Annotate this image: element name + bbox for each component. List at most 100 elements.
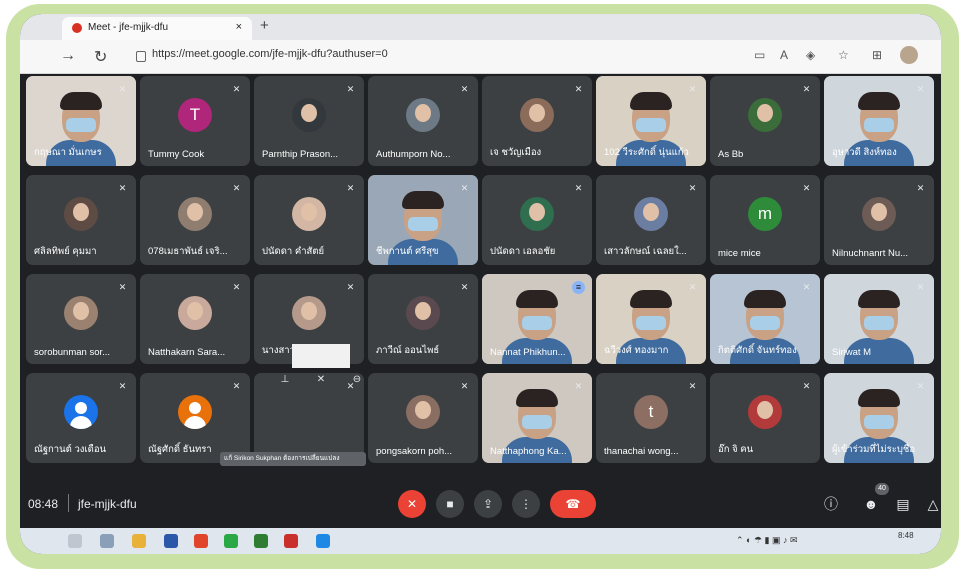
- presentation-preview: [292, 344, 350, 368]
- participant-tile[interactable]: ✕: [254, 373, 364, 463]
- participant-avatar: [406, 296, 440, 330]
- participant-tile[interactable]: ✕ อุษาวดี สิงห์ทอง: [824, 76, 934, 166]
- powerpoint-icon[interactable]: [284, 534, 298, 548]
- favorites-icon[interactable]: ☆: [838, 48, 849, 62]
- person-icon-shoulders: [70, 416, 92, 429]
- extensions-icon[interactable]: ◈: [806, 48, 815, 62]
- edge-icon[interactable]: [316, 534, 330, 548]
- pin-icon[interactable]: ⊥: [278, 374, 292, 388]
- url-field[interactable]: https://meet.google.com/jfe-mjjk-dfu?aut…: [152, 48, 388, 60]
- participant-tile[interactable]: ✕ ผู้เข้าร่วมที่ไม่ระบุชื่อ: [824, 373, 934, 463]
- meeting-details-icon[interactable]: ⓘ: [820, 493, 842, 515]
- store-icon[interactable]: [254, 534, 268, 548]
- new-tab-icon[interactable]: +: [260, 17, 269, 34]
- participant-tile[interactable]: ✕ pongsakorn poh...: [368, 373, 478, 463]
- profile-photo-face: [871, 203, 887, 221]
- participant-tile[interactable]: ✕ ปนัดดา เอลอชัย: [482, 175, 592, 265]
- app-icon[interactable]: [164, 534, 178, 548]
- chrome-icon[interactable]: [194, 534, 208, 548]
- profile-photo-face: [643, 203, 659, 221]
- participant-tile[interactable]: ✕ Nilnuchnanrt Nu...: [824, 175, 934, 265]
- mute-participant-icon[interactable]: ✕: [314, 374, 328, 388]
- participant-tile[interactable]: ✕ As Bb: [710, 76, 820, 166]
- participant-tile[interactable]: ✕ กฤษณา มั่นเกษร: [26, 76, 136, 166]
- participant-name: sorobunman sor...: [34, 347, 111, 358]
- video-person-mask: [408, 217, 438, 231]
- file-explorer-icon[interactable]: [132, 534, 146, 548]
- mic-muted-icon: ✕: [232, 381, 241, 391]
- leave-call-button[interactable]: ☎: [550, 490, 596, 518]
- participant-name: เสาวลักษณ์ เฉลยใ...: [604, 246, 687, 257]
- camera-button[interactable]: ■: [436, 490, 464, 518]
- participant-tile[interactable]: ✕ กิตติศักดิ์ จันทร์ทอง: [710, 274, 820, 364]
- participant-tile[interactable]: t ✕ thanachai wong...: [596, 373, 706, 463]
- lock-icon[interactable]: [136, 51, 146, 62]
- collections-icon[interactable]: ⊞: [872, 48, 882, 62]
- mic-muted-icon: ✕: [232, 183, 241, 193]
- people-icon[interactable]: ☻: [860, 493, 882, 515]
- browser-tab[interactable]: Meet - jfe-mjjk-dfu ×: [62, 17, 252, 40]
- participant-avatar: [178, 296, 212, 330]
- participant-tile[interactable]: ✕ 078เมธาพันธ์ เจริ...: [140, 175, 250, 265]
- participant-tile[interactable]: T ✕ Tummy Cook: [140, 76, 250, 166]
- participant-tile[interactable]: ✕ ศลิลทิพย์ คุมมา: [26, 175, 136, 265]
- participant-tile[interactable]: ✕ Parnthip Prason...: [254, 76, 364, 166]
- participant-tile[interactable]: ✕ 102 วีระศักดิ์ นุ่นแก้ว: [596, 76, 706, 166]
- activities-icon[interactable]: △: [922, 493, 941, 515]
- participant-tile[interactable]: ✕ ชีพกานต์ ศรีสุข: [368, 175, 478, 265]
- participant-name: Natthakarn Sara...: [148, 347, 226, 358]
- read-aloud-icon[interactable]: A: [780, 48, 788, 62]
- participant-tile[interactable]: ✕ ณัฐกานต์ วงเดือน: [26, 373, 136, 463]
- line-icon[interactable]: [224, 534, 238, 548]
- present-screen-button[interactable]: ⇪: [474, 490, 502, 518]
- profile-photo-face: [529, 104, 545, 122]
- video-person-hair: [858, 92, 900, 110]
- participant-name: ฉวีวงศ์ ทองมาก: [604, 345, 669, 356]
- participant-avatar: [748, 395, 782, 429]
- video-person-hair: [402, 191, 444, 209]
- participant-tile[interactable]: ✕ เจ ชวัญเมือง: [482, 76, 592, 166]
- mic-muted-icon: ✕: [232, 84, 241, 94]
- participant-name: ปนัดดา คำสัตย์: [262, 246, 325, 257]
- reload-icon[interactable]: ↻: [94, 47, 107, 67]
- mic-off-button[interactable]: ✕: [398, 490, 426, 518]
- participant-tile[interactable]: ✕ ภาวีณ์ ออนไพธ์: [368, 274, 478, 364]
- participant-name: Parnthip Prason...: [262, 149, 339, 160]
- chat-icon[interactable]: ▤: [892, 493, 914, 515]
- participant-avatar: [292, 197, 326, 231]
- profile-avatar[interactable]: [900, 46, 918, 64]
- profile-photo-face: [301, 203, 317, 221]
- back-icon[interactable]: →: [60, 47, 76, 65]
- task-view-icon[interactable]: [100, 534, 114, 548]
- camera-indicator-icon[interactable]: ▭: [754, 48, 765, 62]
- participant-tile[interactable]: ✕ Siriwat M: [824, 274, 934, 364]
- participant-tile[interactable]: ✕ Natthaphong Ka...: [482, 373, 592, 463]
- participant-tile[interactable]: ✕ Natthakarn Sara...: [140, 274, 250, 364]
- participant-avatar: [178, 197, 212, 231]
- remove-participant-icon[interactable]: ⊖: [350, 374, 364, 388]
- profile-photo-face: [301, 302, 317, 320]
- mic-muted-icon: ✕: [118, 84, 127, 94]
- video-person-hair: [516, 389, 558, 407]
- participant-tile[interactable]: ✕ อ๊ก จิ คน: [710, 373, 820, 463]
- participant-tile[interactable]: ✕ เสาวลักษณ์ เฉลยใ...: [596, 175, 706, 265]
- video-person-hair: [630, 92, 672, 110]
- profile-photo-face: [529, 203, 545, 221]
- participant-tile[interactable]: ✕ ฉวีวงศ์ ทองมาก: [596, 274, 706, 364]
- close-tab-icon[interactable]: ×: [236, 21, 242, 33]
- participant-tile[interactable]: ✕ ณัฐศักดิ์ ธันทรา: [140, 373, 250, 463]
- mic-muted-icon: ✕: [574, 84, 583, 94]
- participant-tile[interactable]: ≡ Nannat Phikhun...: [482, 274, 592, 364]
- participant-avatar: [178, 395, 212, 429]
- participant-tile[interactable]: ✕ ปนัดดา คำสัตย์: [254, 175, 364, 265]
- search-icon[interactable]: [68, 534, 82, 548]
- participant-tile[interactable]: ✕ Authumporn No...: [368, 76, 478, 166]
- profile-photo-face: [187, 302, 203, 320]
- meeting-time: 08:48: [28, 497, 59, 511]
- mic-muted-icon: ✕: [460, 183, 469, 193]
- participant-tile[interactable]: ✕ sorobunman sor...: [26, 274, 136, 364]
- participant-tile[interactable]: m ✕ mice mice: [710, 175, 820, 265]
- video-person-hair: [516, 290, 558, 308]
- more-options-button[interactable]: ⋮: [512, 490, 540, 518]
- video-person-mask: [66, 118, 96, 132]
